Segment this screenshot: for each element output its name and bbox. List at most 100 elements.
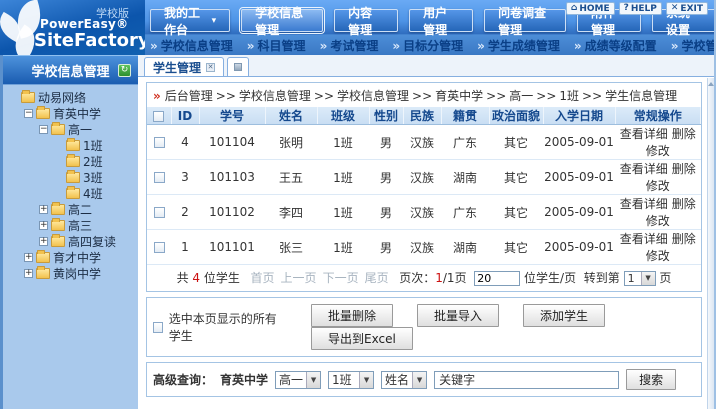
help-link[interactable]: ?HELP [619, 2, 662, 15]
action-buttons: 批量删除 批量导入 添加学生导出到Excel [311, 304, 695, 350]
submenu-link[interactable]: »学校管理员管理 [671, 37, 716, 54]
tree-toggle-icon[interactable]: + [24, 269, 33, 278]
tree-toggle-icon[interactable]: + [39, 205, 48, 214]
submenu-link[interactable]: »目标分管理 [392, 37, 463, 54]
table-cell: 李四 [265, 195, 317, 230]
menu-school-info[interactable]: 学校信息管理 [241, 9, 323, 32]
submenu-bullet-icon: » [671, 39, 679, 53]
bulk-delete-button[interactable]: 批量删除 [311, 304, 393, 327]
breadcrumb-item[interactable]: 育英中学 [435, 89, 483, 103]
page-nav-link[interactable]: 首页 [251, 271, 275, 285]
select-all-checkbox[interactable] [153, 322, 163, 333]
modify-link[interactable]: 修改 [646, 249, 670, 263]
tree-toggle-icon[interactable]: − [39, 125, 48, 134]
tree-item[interactable]: + 育才中学 [3, 249, 138, 265]
tree-item[interactable]: +高三 [3, 217, 138, 233]
exit-link[interactable]: ✕EXIT [666, 2, 708, 15]
tree-toggle-icon[interactable]: + [24, 253, 33, 262]
column-header: 政治面貌 [489, 107, 543, 125]
sidebar-title: 学校信息管理 [31, 61, 109, 80]
table-cell: 其它 [489, 160, 543, 195]
delete-link[interactable]: 删除 [672, 127, 696, 141]
tree-item[interactable]: + 高二 [3, 201, 138, 217]
folder-icon [51, 236, 65, 247]
delete-link[interactable]: 删除 [672, 232, 696, 246]
folder-icon [66, 156, 80, 167]
breadcrumb-item[interactable]: 学校信息管理 [337, 89, 409, 103]
modify-link[interactable]: 修改 [646, 179, 670, 193]
breadcrumb-item[interactable]: 1班 [559, 89, 579, 103]
goto-page-select[interactable]: 1 ▼ [624, 271, 656, 286]
row-checkbox[interactable] [154, 137, 165, 148]
tree-item[interactable]: −育英中学 [3, 105, 138, 121]
modify-link[interactable]: 修改 [646, 144, 670, 158]
column-header: 班级 [317, 107, 369, 125]
tiny-btn-label: EXIT [680, 4, 703, 14]
home-link[interactable]: ⌂HOME [566, 2, 615, 15]
panel-splitter[interactable] [707, 78, 714, 409]
breadcrumb-item[interactable]: 高一 [509, 89, 533, 103]
page-nav-link[interactable]: 尾页 [365, 271, 389, 285]
breadcrumb-item[interactable]: 学生信息管理 [605, 89, 677, 103]
tree-item-label: 1班 [83, 137, 103, 154]
submenu-link[interactable]: »学生成绩管理 [477, 37, 560, 54]
search-button[interactable]: 搜索 [626, 369, 676, 390]
menu-content[interactable]: 内容管理 [334, 9, 398, 32]
page-nav-link[interactable]: 下一页 [323, 271, 359, 285]
tree-item[interactable]: 1班 [3, 137, 138, 153]
page-nav-link[interactable]: 上一页 [281, 271, 317, 285]
header-checkbox[interactable] [153, 111, 164, 122]
tree-item[interactable]: +黄岗中学 [3, 265, 138, 281]
tree-item[interactable]: −高一 [3, 121, 138, 137]
submenu-link[interactable]: »学校信息管理 [150, 37, 233, 54]
menu-users[interactable]: 用户管理 [409, 9, 473, 32]
sidebar: 学校信息管理 ↻ 动易网络−育英中学−高一1班2班3班4班 + 高二+高三+高四复读… [0, 55, 138, 409]
field-select[interactable]: 姓名 ▼ [381, 371, 427, 389]
row-checkbox[interactable] [154, 172, 165, 183]
class-select[interactable]: 1班 ▼ [328, 371, 374, 389]
actions-panel: 选中本页显示的所有学生 批量删除批量导入添加学生导出到Excel [146, 297, 702, 357]
breadcrumb-item[interactable]: 后台管理 [165, 89, 213, 103]
per-page-input[interactable] [474, 271, 520, 286]
tree-toggle-icon[interactable]: − [24, 109, 33, 118]
tree-toggle-icon[interactable]: + [39, 237, 48, 246]
add-student-button[interactable]: 添加学生 [523, 304, 605, 327]
keyword-input[interactable] [434, 371, 619, 389]
bulk-import-button[interactable]: 批量导入 [417, 304, 499, 327]
submenu-bullet-icon: » [320, 39, 328, 53]
refresh-tree-icon[interactable]: ↻ [118, 64, 131, 77]
view-detail-link[interactable]: 查看详细 [620, 197, 668, 211]
tree-item[interactable]: 动易网络 [3, 89, 138, 105]
tree-item[interactable]: 2班 [3, 153, 138, 169]
view-detail-link[interactable]: 查看详细 [620, 162, 668, 176]
tree-item-label: 高二 [68, 201, 92, 218]
menu-my-workspace[interactable]: 我的工作台▾ [150, 9, 230, 32]
tree-toggle-icon[interactable]: + [39, 221, 48, 230]
tree-item[interactable]: 4班 [3, 185, 138, 201]
tab-stub[interactable] [227, 57, 249, 76]
row-checkbox[interactable] [154, 242, 165, 253]
row-checkbox[interactable] [154, 207, 165, 218]
tab-student-management[interactable]: 学生管理 ✕ [144, 57, 224, 76]
view-detail-link[interactable]: 查看详细 [620, 232, 668, 246]
submenu-link[interactable]: »考试管理 [320, 37, 379, 54]
submenu-bullet-icon: » [477, 39, 485, 53]
folder-icon [51, 220, 65, 231]
submenu-label: 目标分管理 [403, 39, 463, 53]
delete-link[interactable]: 删除 [672, 162, 696, 176]
tab-close-icon[interactable]: ✕ [206, 63, 215, 72]
grade-select[interactable]: 高一 ▼ [275, 371, 321, 389]
table-cell: 1班 [317, 125, 369, 160]
menu-survey[interactable]: 问卷调查管理 [484, 9, 566, 32]
modify-link[interactable]: 修改 [646, 214, 670, 228]
view-detail-link[interactable]: 查看详细 [620, 127, 668, 141]
tree-item[interactable]: 3班 [3, 169, 138, 185]
submenu-link[interactable]: »科目管理 [247, 37, 306, 54]
breadcrumb-item[interactable]: 学校信息管理 [239, 89, 311, 103]
tree-item-label: 育才中学 [53, 249, 101, 266]
delete-link[interactable]: 删除 [672, 197, 696, 211]
submenu-link[interactable]: »成绩等级配置 [574, 37, 657, 54]
tree-item[interactable]: +高四复读 [3, 233, 138, 249]
table-cell: 张明 [265, 125, 317, 160]
export-excel-button[interactable]: 导出到Excel [311, 327, 413, 350]
